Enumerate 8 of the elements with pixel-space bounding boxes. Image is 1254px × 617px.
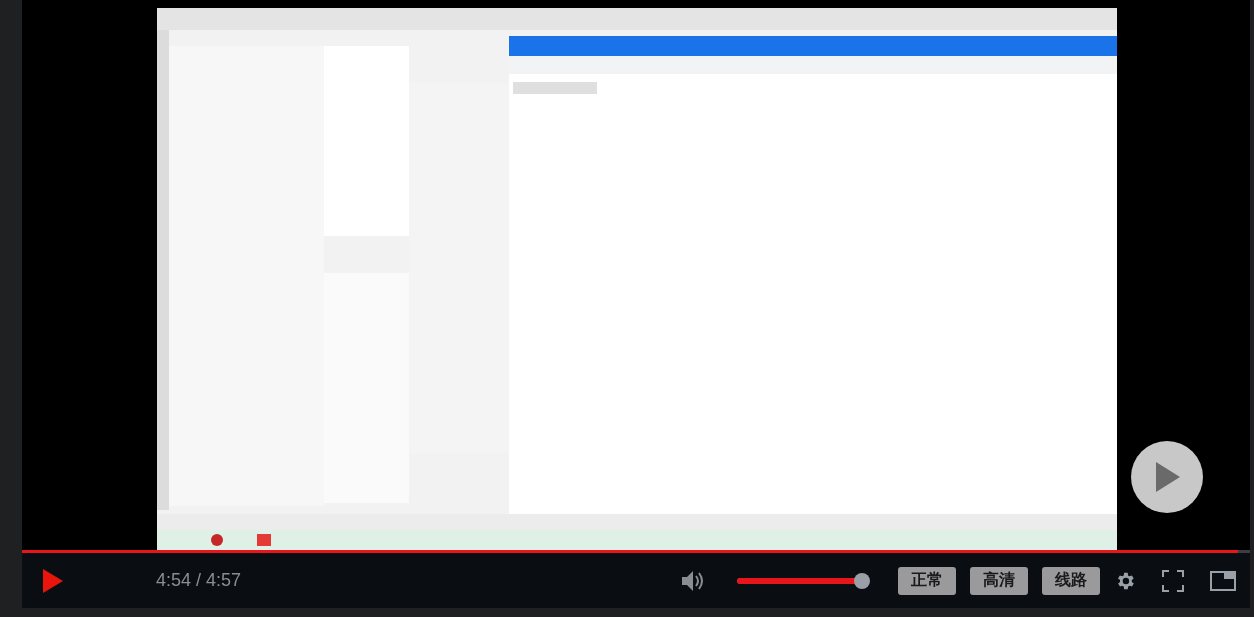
volume-thumb[interactable] xyxy=(854,572,870,589)
quality-button[interactable]: 线路 xyxy=(1042,566,1100,595)
miniplayer-icon[interactable] xyxy=(1210,570,1236,591)
quality-button[interactable]: 高清 xyxy=(970,566,1028,595)
volume-icon[interactable] xyxy=(681,569,705,592)
quality-button[interactable]: 正常 xyxy=(898,566,956,595)
time-display: 4:54 / 4:57 xyxy=(156,570,242,591)
fullscreen-icon[interactable] xyxy=(1162,569,1184,592)
